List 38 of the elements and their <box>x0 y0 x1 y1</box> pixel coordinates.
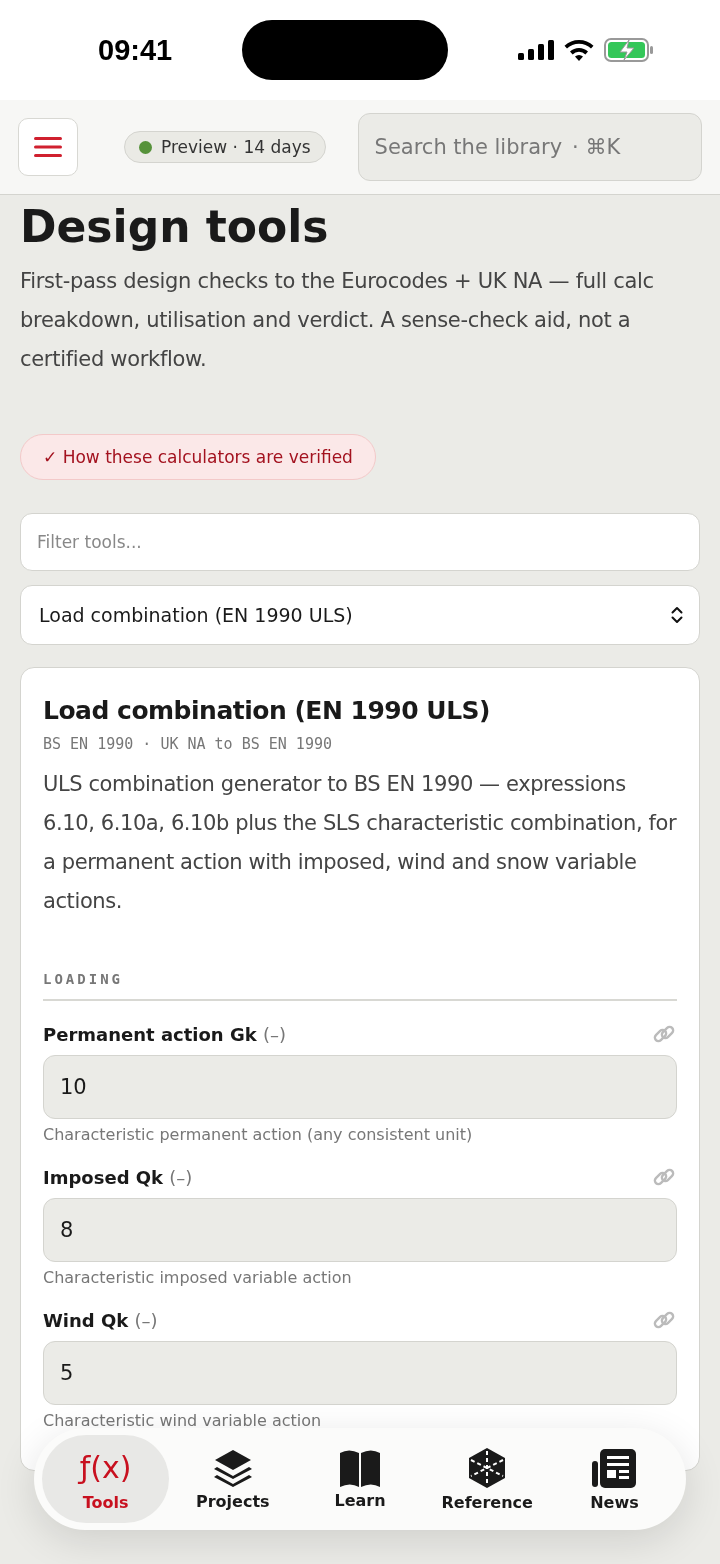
value-input[interactable]: 10 <box>43 1055 677 1119</box>
tab[interactable]: News <box>550 1435 678 1523</box>
cube-icon <box>467 1446 508 1489</box>
layers-icon <box>212 1447 253 1488</box>
tab[interactable]: ƒ(x) Tools <box>42 1435 170 1523</box>
signal-icon <box>518 40 554 60</box>
page-title: Design tools <box>20 201 330 252</box>
search-field[interactable]: Search the library · ⌘K <box>357 113 702 181</box>
verification-link[interactable]: ✓ How these calculators are verified <box>20 434 376 480</box>
battery-charging-icon <box>604 38 654 62</box>
card-title: Load combination (EN 1990 ULS) <box>43 696 492 725</box>
section-heading: LOADING <box>43 971 677 1001</box>
book-icon <box>338 1448 382 1487</box>
field-hint: Characteristic imposed variable action <box>43 1268 353 1287</box>
status-dot-icon <box>139 140 152 154</box>
tab[interactable]: Learn <box>296 1435 424 1523</box>
newspaper-icon <box>592 1446 637 1489</box>
field-label: Permanent action Gk (–) <box>43 1023 286 1045</box>
standards-reference: BS EN 1990 · UK NA to BS EN 1990 <box>43 735 333 753</box>
field-label: Wind Qk (–) <box>43 1309 158 1331</box>
chevron-updown-icon <box>671 606 683 624</box>
field-label: Imposed Qk (–) <box>43 1166 193 1188</box>
field-hint: Characteristic permanent action (any consistent unit) <box>43 1125 474 1144</box>
value-input[interactable]: 8 <box>43 1198 677 1262</box>
wifi-icon <box>564 39 594 61</box>
field-hint: Characteristic wind variable action <box>43 1411 323 1430</box>
value-input[interactable]: 5 <box>43 1341 677 1405</box>
tool-dropdown[interactable]: Load combination (EN 1990 ULS) <box>20 585 700 645</box>
card-description: ULS combination generator to BS EN 1990 — expressions 6.10, 6.10a, 6.10b plus the SLS characteristic combination, for a permanent action with imposed, wind and snow variable actions. <box>43 771 677 915</box>
menu-button[interactable] <box>18 118 78 176</box>
intro-text: First-pass design checks to the Eurocodes + UK NA — full calc breakdown, utilisation and verdict. A sense-check aid, not a certified workflow. <box>20 268 655 373</box>
function-icon: ƒ(x) <box>77 1446 134 1489</box>
tab[interactable]: Projects <box>169 1435 297 1523</box>
status-time: 09:41 <box>98 33 173 67</box>
filter-field[interactable]: Filter tools... <box>20 513 700 571</box>
preview-badge-text: Preview · 14 days <box>161 137 311 157</box>
menu-icon <box>34 137 62 157</box>
tab[interactable]: Reference <box>423 1435 551 1523</box>
